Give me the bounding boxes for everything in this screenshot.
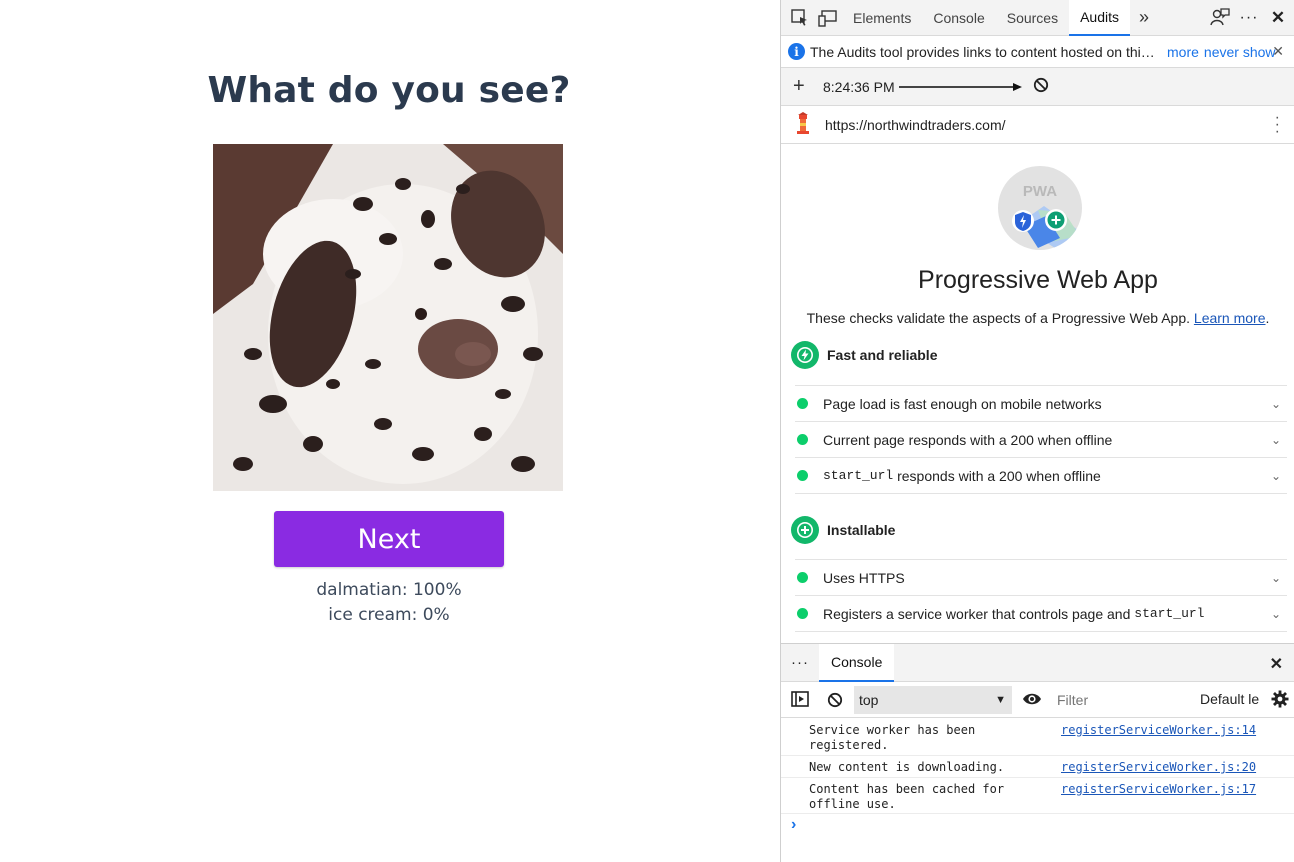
pass-dot-icon [797, 608, 808, 619]
devtools-panel: Elements Console Sources Audits » ··· ✕ … [780, 0, 1294, 862]
audit-run-time[interactable]: 8:24:36 PM [823, 79, 895, 95]
audit-row[interactable]: Current page responds with a 200 when of… [795, 421, 1287, 457]
context-value: top [859, 692, 879, 708]
audit-row[interactable]: Page load is fast enough on mobile netwo… [795, 385, 1287, 421]
more-options-icon[interactable]: ··· [1236, 9, 1262, 27]
chevron-down-icon[interactable]: ⌄ [1271, 571, 1281, 585]
audit-label: Current page responds with a 200 when of… [823, 431, 1113, 448]
console-message-text: Service worker has been registered. [809, 723, 976, 752]
tab-console[interactable]: Console [922, 0, 995, 36]
console-message: Content has been cached for offline use.… [781, 778, 1294, 814]
pwa-description-text: These checks validate the aspects of a P… [806, 310, 1191, 326]
report-dropdown-bar[interactable] [898, 82, 1023, 92]
drawer-menu-icon[interactable]: ··· [791, 654, 809, 671]
device-toolbar-icon[interactable] [814, 0, 842, 36]
audit-label: Registers a service worker that controls… [823, 605, 1135, 622]
chevrons-right-icon[interactable]: » [1130, 0, 1158, 36]
prompt-chevron-icon: › [791, 816, 797, 833]
chevron-down-icon[interactable]: ⌄ [1271, 397, 1281, 411]
audits-infobar: i The Audits tool provides links to cont… [781, 36, 1294, 68]
live-expression-eye-icon[interactable] [1022, 691, 1042, 710]
group-title: Fast and reliable [827, 347, 938, 363]
devtools-tabbar: Elements Console Sources Audits » ··· ✕ [781, 0, 1294, 36]
lighthouse-icon [795, 112, 811, 137]
prediction-1: dalmatian: 100% [316, 580, 462, 600]
console-source-link[interactable]: registerServiceWorker.js:20 [1061, 760, 1256, 774]
console-source-link[interactable]: registerServiceWorker.js:17 [1061, 782, 1256, 796]
dropdown-arrow-icon: ▼ [995, 694, 1006, 706]
chevron-down-icon[interactable]: ⌄ [1271, 469, 1281, 483]
dog-photo [213, 144, 563, 491]
console-source-link[interactable]: registerServiceWorker.js:14 [1061, 723, 1256, 737]
pass-dot-icon [797, 398, 808, 409]
infobar-text: The Audits tool provides links to conten… [810, 43, 1155, 60]
console-drawer: ··· Console ✕ top ▼ Default le [781, 643, 1294, 862]
tab-sources[interactable]: Sources [996, 0, 1069, 36]
close-drawer-icon[interactable]: ✕ [1270, 654, 1283, 674]
divider [795, 631, 1287, 632]
inspect-element-icon[interactable] [786, 0, 814, 36]
pwa-report: PWA Progressive Web App These checks val… [781, 144, 1294, 644]
pass-dot-icon [797, 470, 808, 481]
bolt-icon [791, 341, 819, 369]
clear-reports-icon[interactable] [1033, 77, 1049, 96]
next-button[interactable]: Next [274, 511, 504, 567]
audit-code: start_url [1134, 606, 1205, 621]
report-url-bar: https://northwindtraders.com/ · · · [781, 106, 1294, 144]
info-icon: i [788, 43, 805, 60]
audit-code: start_url [823, 468, 894, 483]
prediction-2: ice cream: 0% [328, 605, 450, 625]
pwa-description: These checks validate the aspects of a P… [781, 310, 1294, 326]
console-filter-input[interactable] [1051, 686, 1189, 714]
feedback-icon[interactable] [1210, 7, 1230, 29]
audit-row[interactable]: Registers a service worker that controls… [795, 595, 1287, 631]
pwa-title: Progressive Web App [918, 266, 1158, 294]
chevron-down-icon[interactable]: ⌄ [1271, 433, 1281, 447]
tab-elements[interactable]: Elements [842, 0, 922, 36]
group-fast-reliable: Fast and reliable [791, 341, 937, 369]
divider [795, 493, 1287, 494]
console-message-text: New content is downloading. [809, 760, 1005, 774]
audit-row[interactable]: start_url responds with a 200 when offli… [795, 457, 1287, 493]
infobar-close-icon[interactable]: ✕ [1272, 43, 1284, 60]
new-audit-plus-icon[interactable]: + [793, 75, 811, 98]
devtools-toolbar-right: ··· ✕ [1210, 0, 1288, 36]
drawer-tabbar: ··· Console ✕ [781, 643, 1294, 682]
clear-console-icon[interactable] [827, 692, 843, 711]
console-settings-gear-icon[interactable] [1271, 690, 1289, 711]
close-devtools-icon[interactable]: ✕ [1268, 8, 1288, 28]
console-toolbar: top ▼ Default le [781, 682, 1294, 718]
plus-circle-icon [791, 516, 819, 544]
pass-dot-icon [797, 434, 808, 445]
audit-row[interactable]: Uses HTTPS ⌄ [795, 559, 1287, 595]
audit-label: Uses HTTPS [823, 569, 905, 586]
dalmatian-image [213, 144, 563, 491]
infobar-never-show-link[interactable]: never show [1204, 44, 1276, 60]
console-prompt[interactable]: › [781, 814, 1294, 838]
audit-run-bar: + 8:24:36 PM [781, 68, 1294, 106]
infobar-more-link[interactable]: more [1167, 44, 1199, 60]
report-menu-icon[interactable]: · · · [1275, 110, 1280, 140]
app-page: What do you see? Next dalmatian: 100% ic… [0, 0, 780, 862]
group-title: Installable [827, 522, 896, 538]
console-message: New content is downloading. registerServ… [781, 756, 1294, 778]
pwa-badge-icon: PWA [998, 166, 1082, 250]
console-message-text: Content has been cached for offline use. [809, 782, 1005, 811]
audit-label: responds with a 200 when offline [893, 467, 1101, 484]
context-select[interactable]: top ▼ [854, 686, 1012, 714]
log-levels-select[interactable]: Default le [1200, 691, 1259, 707]
report-url[interactable]: https://northwindtraders.com/ [825, 117, 1006, 133]
drawer-tab-console[interactable]: Console [819, 643, 895, 682]
tab-audits[interactable]: Audits [1069, 0, 1131, 36]
learn-more-link[interactable]: Learn more [1194, 310, 1266, 326]
pass-dot-icon [797, 572, 808, 583]
console-message: Service worker has been registered. regi… [781, 718, 1294, 756]
audit-label: Page load is fast enough on mobile netwo… [823, 395, 1102, 412]
show-sidebar-icon[interactable] [791, 691, 809, 710]
group-installable: Installable [791, 516, 895, 544]
chevron-down-icon[interactable]: ⌄ [1271, 607, 1281, 621]
pwa-description-period: . [1265, 310, 1270, 326]
page-title: What do you see? [207, 70, 571, 111]
pwa-badge-text: PWA [1023, 183, 1057, 200]
